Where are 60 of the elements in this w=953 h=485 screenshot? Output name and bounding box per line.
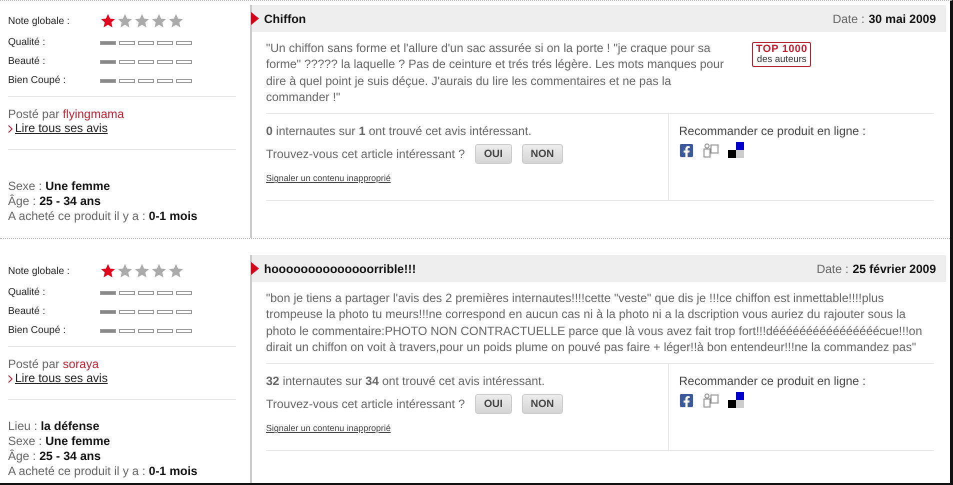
criterion-label: Beauté :: [8, 306, 46, 317]
posted-by: Posté par soraya: [8, 356, 100, 371]
star-icon: [117, 263, 133, 279]
reviewer-detail: A acheté ce produit il y a : 0-1 mois: [8, 209, 198, 224]
bookmark-icon[interactable]: [728, 142, 744, 158]
helpful-count: 32 internautes sur 34 ont trouvé cet avis intéressant.: [266, 374, 546, 388]
report-link[interactable]: Signaler un contenu inapproprié: [266, 423, 391, 434]
chevron-icon: [8, 124, 13, 132]
date-label: Date :: [832, 12, 865, 26]
review-title: hoooooooooooooorrible!!!: [264, 262, 417, 276]
reviewer-detail: Sexe : Une femme: [8, 434, 112, 449]
reviewer-detail: A acheté ce produit il y a : 0-1 mois: [8, 464, 198, 479]
chevron-icon: [8, 374, 13, 382]
report-link[interactable]: Signaler un contenu inapproprié: [266, 173, 391, 184]
criterion-label: Bien Coupé :: [8, 325, 67, 336]
posted-by: Posté par flyingmama: [8, 106, 126, 121]
share-icon[interactable]: [703, 392, 719, 408]
reviewer-detail: Lieu : la défense: [8, 419, 100, 434]
star-icon: [100, 263, 116, 279]
criterion-label: Qualité :: [8, 37, 46, 48]
bookmark-icon[interactable]: [728, 392, 744, 408]
reviewer-detail: Âge : 25 - 34 ans: [8, 194, 102, 209]
review-text: "bon je tiens a partager l'avis des 2 premières internautes!!!!cette "veste" que dis je !!!ce chiffon est inmettable!!!!plus trompeuse la photo tu meurs!!!ne correspond en aucun cas ni à la photo ni a la dscription vous auriez du rajouter sous la photo le commentaire:PHOTO NON CONTRACTUELLE parce que là vous avez fait trop fort!!!déééééééééééééééécue!!!on dirait un chiffon on voit à travers,pour un poids plume on pouvé pas faire + léger!!à bon entendeur!!!ne la commandez pas": [266, 290, 924, 356]
date-label: Date :: [816, 262, 849, 276]
vote-button[interactable]: OUI: [474, 394, 512, 414]
rating-label: Note globale :: [8, 266, 71, 276]
facebook-icon[interactable]: [679, 392, 694, 408]
helpful-count: 0 internautes sur 1 ont trouvé cet avis intéressant.: [266, 124, 533, 138]
star-icon: [168, 13, 184, 29]
reviewer-detail: Âge : 25 - 34 ans: [8, 449, 102, 464]
read-all-link[interactable]: Lire tous ses avis: [15, 121, 108, 136]
helpful-question: Trouvez-vous cet article intéressant ?: [266, 147, 465, 162]
vote-button[interactable]: OUI: [474, 144, 512, 164]
recommend-label: Recommander ce produit en ligne :: [679, 124, 867, 138]
top-author-badge: TOP 1000 des auteurs: [752, 42, 812, 67]
triangle-icon: [251, 12, 259, 25]
star-icon: [151, 263, 167, 279]
rating-label: Note globale :: [8, 16, 71, 26]
star-icon: [100, 13, 116, 29]
review-date: 30 mai 2009: [868, 12, 936, 26]
star-icon: [134, 13, 150, 29]
vote-button[interactable]: NON: [522, 394, 563, 414]
star-icon: [117, 13, 133, 29]
star-icon: [151, 13, 167, 29]
criterion-label: Qualité :: [8, 287, 46, 298]
reviewer-detail: Sexe : Une femme: [8, 179, 112, 194]
criterion-label: Bien Coupé :: [8, 75, 67, 86]
vote-button[interactable]: NON: [522, 144, 563, 164]
triangle-icon: [251, 262, 259, 275]
read-all-link[interactable]: Lire tous ses avis: [15, 371, 108, 386]
facebook-icon[interactable]: [679, 142, 694, 158]
helpful-question: Trouvez-vous cet article intéressant ?: [266, 397, 465, 412]
recommend-label: Recommander ce produit en ligne :: [679, 374, 867, 388]
review-title: Chiffon: [264, 12, 307, 26]
review-date: 25 février 2009: [852, 262, 936, 276]
review-text: "Un chiffon sans forme et l'allure d'un sac assurée si on la porte ! "je craque pour sa forme" ????? la laquelle ? Pas de ceinture et trés trés légère. Les mots manques pour dire à quel point je suis déçue. J'aurais du lire les commentaires et ne pas la commander !": [266, 40, 725, 106]
share-icon[interactable]: [703, 142, 719, 158]
star-icon: [168, 263, 184, 279]
star-icon: [134, 263, 150, 279]
criterion-label: Beauté :: [8, 56, 46, 67]
